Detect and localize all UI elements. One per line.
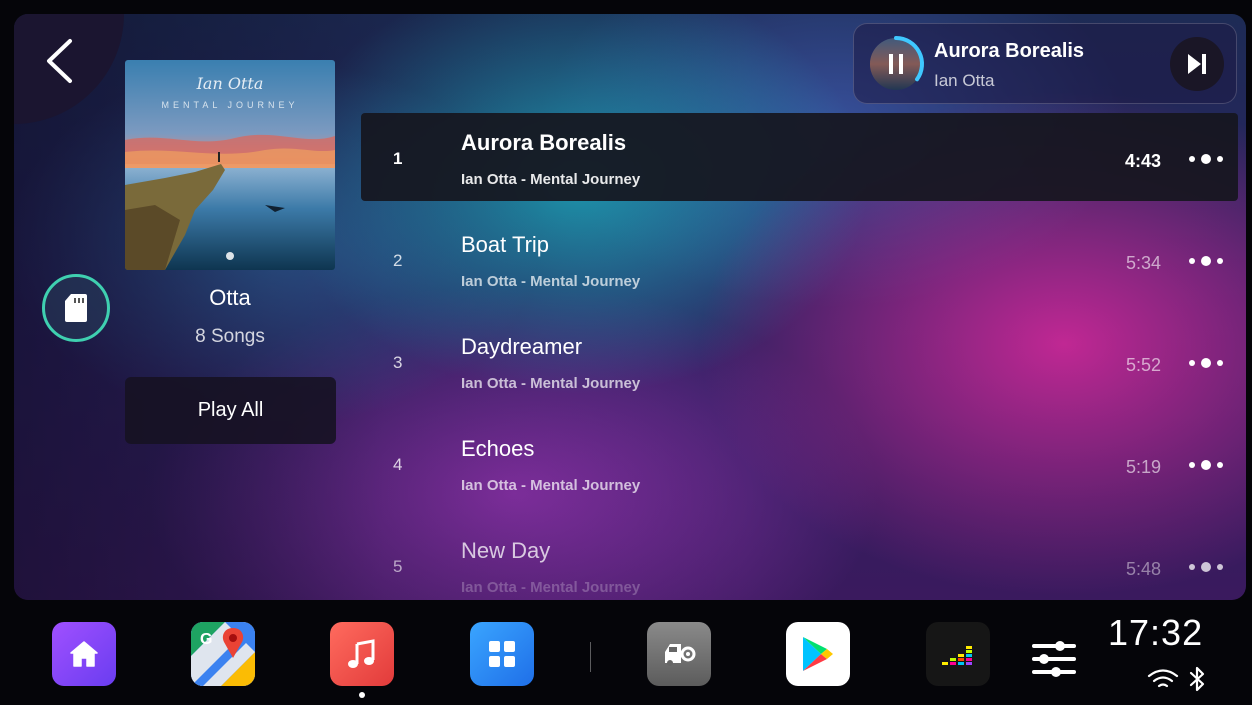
- music-icon: [348, 639, 375, 668]
- track-number: 3: [393, 353, 403, 372]
- track-duration: 5:19: [1125, 457, 1161, 477]
- track-number: 5: [393, 557, 403, 576]
- track-duration: 5:52: [1125, 355, 1161, 375]
- more-options-icon[interactable]: [1186, 147, 1226, 171]
- more-options-icon[interactable]: [1186, 555, 1226, 579]
- track-row[interactable]: 4 Echoes Ian Otta - Mental Journey 5:19: [361, 419, 1238, 507]
- pause-button[interactable]: [866, 34, 926, 94]
- status-icons: [1146, 666, 1206, 692]
- track-row[interactable]: 3 Daydreamer Ian Otta - Mental Journey 5:52: [361, 317, 1238, 405]
- settings-sliders-icon[interactable]: [1030, 638, 1078, 680]
- sd-card-icon: [65, 294, 87, 322]
- track-row[interactable]: 1 Aurora Borealis Ian Otta - Mental Journe…: [361, 113, 1238, 201]
- track-title: Daydreamer: [461, 334, 583, 359]
- now-playing-card[interactable]: Aurora Borealis Ian Otta: [853, 23, 1237, 104]
- bluetooth-icon: [1189, 666, 1205, 692]
- play-store-app-button[interactable]: [786, 622, 850, 686]
- track-title: New Day: [461, 538, 551, 563]
- music-app-button[interactable]: [330, 622, 394, 686]
- home-icon: [70, 641, 98, 667]
- maps-icon: G: [191, 622, 255, 686]
- home-app-button[interactable]: [52, 622, 116, 686]
- car-settings-icon: [665, 644, 696, 666]
- track-title: Boat Trip: [461, 232, 550, 257]
- track-title: Echoes: [461, 436, 535, 461]
- deezer-app-button[interactable]: [926, 622, 990, 686]
- play-store-icon: [803, 637, 833, 671]
- track-subtitle: Ian Otta - Mental Journey: [461, 171, 641, 188]
- svg-text:G: G: [200, 631, 212, 648]
- track-subtitle: Ian Otta - Mental Journey: [461, 477, 641, 494]
- now-playing-artist: Ian Otta: [934, 71, 995, 90]
- app-dock: G 17:32: [14, 612, 1246, 705]
- car-settings-app-button[interactable]: [647, 622, 711, 686]
- more-options-icon[interactable]: [1186, 351, 1226, 375]
- dock-divider: [590, 642, 591, 672]
- track-row[interactable]: 2 Boat Trip Ian Otta - Mental Journey 5:34: [361, 215, 1238, 303]
- track-duration: 5:48: [1125, 559, 1161, 579]
- album-art: Ian Otta MENTAL JOURNEY: [125, 60, 335, 270]
- skip-next-button[interactable]: [1170, 37, 1224, 91]
- track-subtitle: Ian Otta - Mental Journey: [461, 375, 641, 392]
- wifi-icon: [1147, 669, 1179, 688]
- play-all-button[interactable]: Play All: [125, 377, 336, 444]
- pause-icon: [889, 54, 893, 74]
- track-number: 1: [393, 149, 403, 168]
- track-number: 2: [393, 251, 403, 270]
- track-title: Aurora Borealis: [461, 130, 627, 155]
- back-chevron-icon[interactable]: [44, 38, 74, 84]
- track-number: 4: [393, 455, 403, 474]
- track-subtitle: Ian Otta - Mental Journey: [461, 579, 641, 596]
- apps-grid-icon: [489, 641, 515, 667]
- album-art-title: Ian Otta: [196, 74, 264, 93]
- more-options-icon[interactable]: [1186, 249, 1226, 273]
- artist-name: Otta: [209, 285, 251, 310]
- active-app-indicator: [359, 692, 365, 698]
- equalizer-app-icon: [942, 646, 972, 665]
- more-options-icon[interactable]: [1186, 453, 1226, 477]
- track-duration: 4:43: [1124, 151, 1161, 171]
- song-count: 8 Songs: [195, 326, 265, 347]
- sd-card-source-button[interactable]: [42, 274, 110, 342]
- app-launcher-button[interactable]: [470, 622, 534, 686]
- skip-next-icon: [1188, 54, 1206, 74]
- track-list[interactable]: 1 Aurora Borealis Ian Otta - Mental Journe…: [361, 113, 1238, 600]
- track-row[interactable]: 5 New Day Ian Otta - Mental Journey 5:48: [361, 521, 1238, 600]
- now-playing-title: Aurora Borealis: [934, 40, 1085, 62]
- track-subtitle: Ian Otta - Mental Journey: [461, 273, 641, 290]
- track-duration: 5:34: [1125, 253, 1161, 273]
- maps-app-button[interactable]: G: [191, 622, 255, 686]
- clock: 17:32: [1108, 612, 1204, 653]
- album-art-subtitle: MENTAL JOURNEY: [161, 100, 299, 110]
